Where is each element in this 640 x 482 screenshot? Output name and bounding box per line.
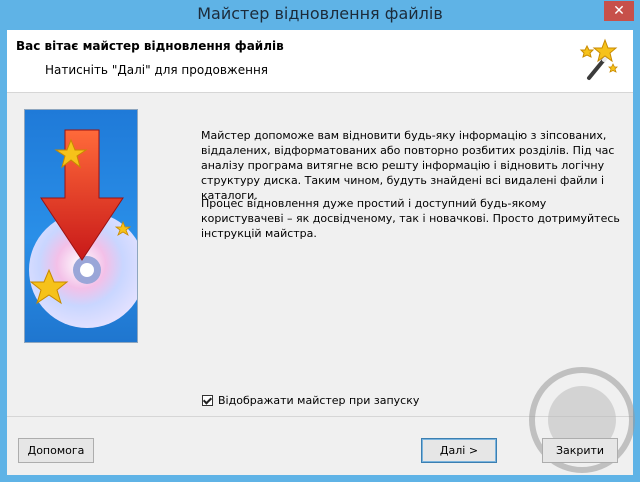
wizard-client-area: Вас вітає майстер відновлення файлів Нат… — [7, 30, 635, 475]
show-on-start-checkbox[interactable] — [202, 395, 213, 406]
window-title: Майстер відновлення файлів — [197, 4, 443, 23]
title-bar[interactable]: Майстер відновлення файлів ✕ — [0, 0, 640, 30]
magic-wand-icon — [579, 38, 618, 80]
show-on-start-option[interactable]: Відображати майстер при запуску — [202, 394, 419, 407]
help-button[interactable]: Допомога — [18, 438, 94, 463]
intro-paragraph: Майстер допоможе вам відновити будь-яку … — [201, 129, 615, 202]
show-on-start-label[interactable]: Відображати майстер при запуску — [218, 394, 419, 407]
wizard-header: Вас вітає майстер відновлення файлів Нат… — [7, 30, 633, 93]
window-close-button[interactable]: ✕ — [604, 1, 634, 21]
close-button[interactable]: Закрити — [542, 438, 618, 463]
next-button[interactable]: Далі > — [421, 438, 497, 463]
process-paragraph: Процес відновлення дуже простий і доступ… — [201, 197, 620, 240]
wizard-window: Майстер відновлення файлів ✕ Вас вітає м… — [0, 0, 640, 482]
recovery-disc-illustration — [24, 109, 138, 343]
header-title: Вас вітає майстер відновлення файлів — [16, 39, 284, 53]
header-subtitle: Натисніть "Далі" для продовження — [45, 63, 269, 77]
